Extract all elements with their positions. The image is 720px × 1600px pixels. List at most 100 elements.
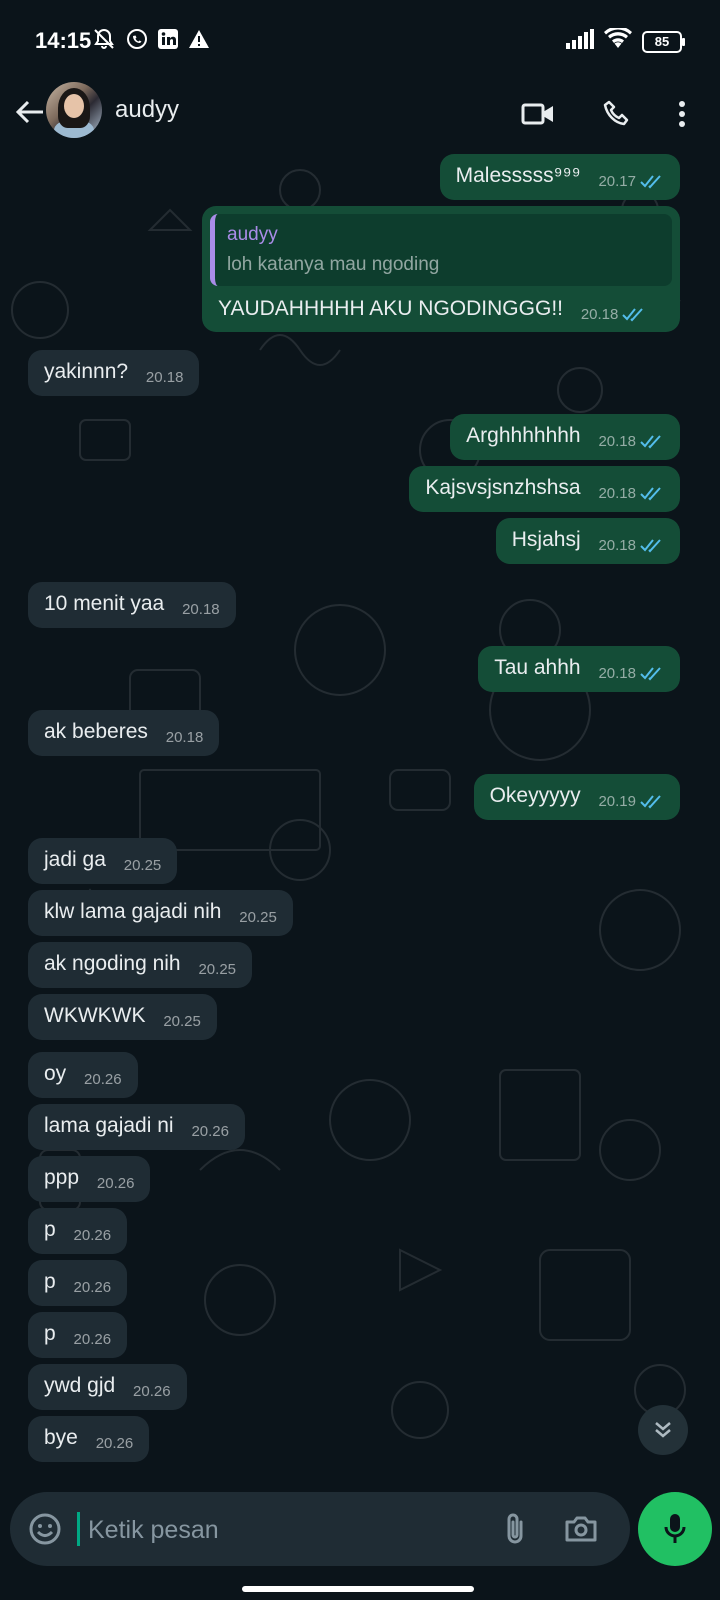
message-text: ywd gjd [44, 1374, 116, 1398]
message-meta: 20.26 [74, 1275, 112, 1301]
attach-icon [507, 1513, 523, 1544]
contact-name[interactable]: audyy [115, 96, 179, 124]
message-time: 20.26 [73, 1279, 112, 1296]
battery-level: 85 [654, 34, 670, 49]
scroll-to-bottom-button[interactable] [638, 1405, 688, 1455]
more-options-button[interactable] [662, 92, 702, 136]
message-outgoing[interactable]: Malesssss⁹⁹⁹ 20.17 [439, 154, 680, 200]
camera-button[interactable] [560, 1508, 602, 1550]
message-time: 20.18 [165, 729, 204, 746]
message-text: p [44, 1218, 56, 1242]
message-meta: 20.25 [124, 853, 162, 879]
warning-icon [188, 29, 210, 54]
message-text: Kajsvsjsnzhshsa [425, 476, 581, 500]
message-text: ppp [44, 1166, 80, 1190]
message-meta: 20.18 [598, 481, 664, 507]
video-call-icon [521, 103, 553, 125]
voice-call-icon [603, 100, 629, 126]
message-outgoing[interactable]: Kajsvsjsnzhshsa 20.18 [409, 466, 680, 512]
mute-bell-icon [92, 28, 116, 55]
message-time: 20.18 [598, 485, 636, 502]
message-incoming[interactable]: p 20.26 [28, 1208, 128, 1254]
message-time: 20.26 [95, 1435, 134, 1452]
quoted-reply-text: loh katanya mau ngoding [227, 254, 440, 275]
message-text: Hsjahsj [511, 528, 581, 552]
avatar[interactable] [46, 82, 102, 138]
mic-icon [664, 1514, 686, 1543]
message-text: jadi ga [44, 848, 106, 872]
message-time: 20.25 [123, 857, 162, 874]
linkedin-icon [158, 29, 178, 54]
home-gesture-pill[interactable] [242, 1586, 474, 1592]
message-incoming[interactable]: p 20.26 [28, 1312, 128, 1358]
chat-area[interactable]: Malesssss⁹⁹⁹ 20.17 audyy loh katanya mau… [0, 150, 720, 1490]
double-check-icon [640, 667, 661, 681]
voice-call-button[interactable] [595, 92, 639, 136]
chat-header: audyy [0, 78, 720, 151]
message-incoming[interactable]: ak ngoding nih 20.25 [28, 942, 253, 988]
message-incoming[interactable]: WKWKWK 20.25 [28, 994, 217, 1040]
message-time: 20.25 [239, 909, 277, 926]
message-incoming[interactable]: yakinnn? 20.18 [28, 350, 200, 396]
message-incoming[interactable]: ak beberes 20.18 [28, 710, 220, 756]
message-input[interactable] [86, 1510, 470, 1550]
message-text: YAUDAHHHHH AKU NGODINGGG!! [218, 297, 563, 321]
message-outgoing-reply[interactable]: audyy loh katanya mau ngoding YAUDAHHHHH… [202, 206, 680, 332]
message-outgoing[interactable]: Tau ahhh 20.18 [478, 646, 680, 692]
status-right-icons: 85 [566, 26, 685, 55]
message-text: Malesssss⁹⁹⁹ [455, 164, 581, 188]
attach-button[interactable] [494, 1508, 536, 1550]
status-bar: 14:15 85 [0, 0, 720, 78]
emoji-icon [29, 1513, 61, 1545]
message-text: klw lama gajadi nih [44, 900, 222, 924]
message-text: p [44, 1270, 56, 1294]
double-check-icon [640, 539, 661, 553]
whatsapp-icon [126, 28, 148, 55]
emoji-button[interactable] [24, 1508, 66, 1550]
message-meta: 20.18 [598, 533, 664, 559]
signal-icon [566, 29, 594, 54]
message-outgoing[interactable]: Arghhhhhhh 20.18 [450, 414, 680, 460]
message-incoming[interactable]: lama gajadi ni 20.26 [28, 1104, 245, 1150]
message-meta: 20.18 [166, 725, 204, 751]
quoted-reply-author: audyy [227, 224, 278, 245]
message-text: Tau ahhh [494, 656, 581, 680]
message-meta: 20.18 [581, 302, 647, 328]
message-outgoing[interactable]: Okeyyyyy 20.19 [473, 774, 680, 820]
double-chevron-down-icon [655, 1422, 671, 1438]
message-meta: 20.18 [598, 661, 664, 687]
message-meta: 20.26 [97, 1171, 135, 1197]
voice-message-button[interactable] [638, 1492, 712, 1566]
message-incoming[interactable]: ywd gjd 20.26 [28, 1364, 187, 1410]
message-time: 20.18 [145, 369, 184, 386]
message-time: 20.26 [96, 1175, 135, 1192]
message-outgoing[interactable]: Hsjahsj 20.18 [495, 518, 680, 564]
message-meta: 20.26 [74, 1223, 112, 1249]
message-incoming[interactable]: ppp 20.26 [28, 1156, 151, 1202]
video-call-button[interactable] [516, 92, 560, 136]
message-meta: 20.18 [182, 597, 220, 623]
message-incoming[interactable]: 10 menit yaa 20.18 [28, 582, 236, 628]
battery-icon: 85 [642, 30, 685, 53]
message-incoming[interactable]: bye 20.26 [28, 1416, 150, 1462]
status-left-icons [92, 28, 210, 55]
message-time: 20.26 [73, 1331, 112, 1348]
message-incoming[interactable]: p 20.26 [28, 1260, 128, 1306]
message-text: WKWKWK [44, 1004, 146, 1028]
message-meta: 20.26 [74, 1327, 112, 1353]
message-incoming[interactable]: jadi ga 20.25 [28, 838, 178, 884]
message-time: 20.26 [191, 1123, 229, 1140]
double-check-icon [640, 795, 661, 809]
message-incoming[interactable]: oy 20.26 [28, 1052, 138, 1098]
more-vert-icon [679, 101, 685, 127]
message-incoming[interactable]: klw lama gajadi nih 20.25 [28, 890, 293, 936]
message-meta: 20.19 [598, 789, 664, 815]
message-composer [10, 1492, 630, 1566]
message-time: 20.18 [598, 433, 636, 450]
system-nav-bar [0, 1566, 720, 1600]
message-text: ak beberes [44, 720, 148, 744]
message-meta: 20.26 [191, 1119, 229, 1145]
message-meta: 20.25 [239, 905, 277, 931]
back-button[interactable] [10, 90, 50, 134]
quoted-reply[interactable]: audyy loh katanya mau ngoding [210, 214, 672, 286]
